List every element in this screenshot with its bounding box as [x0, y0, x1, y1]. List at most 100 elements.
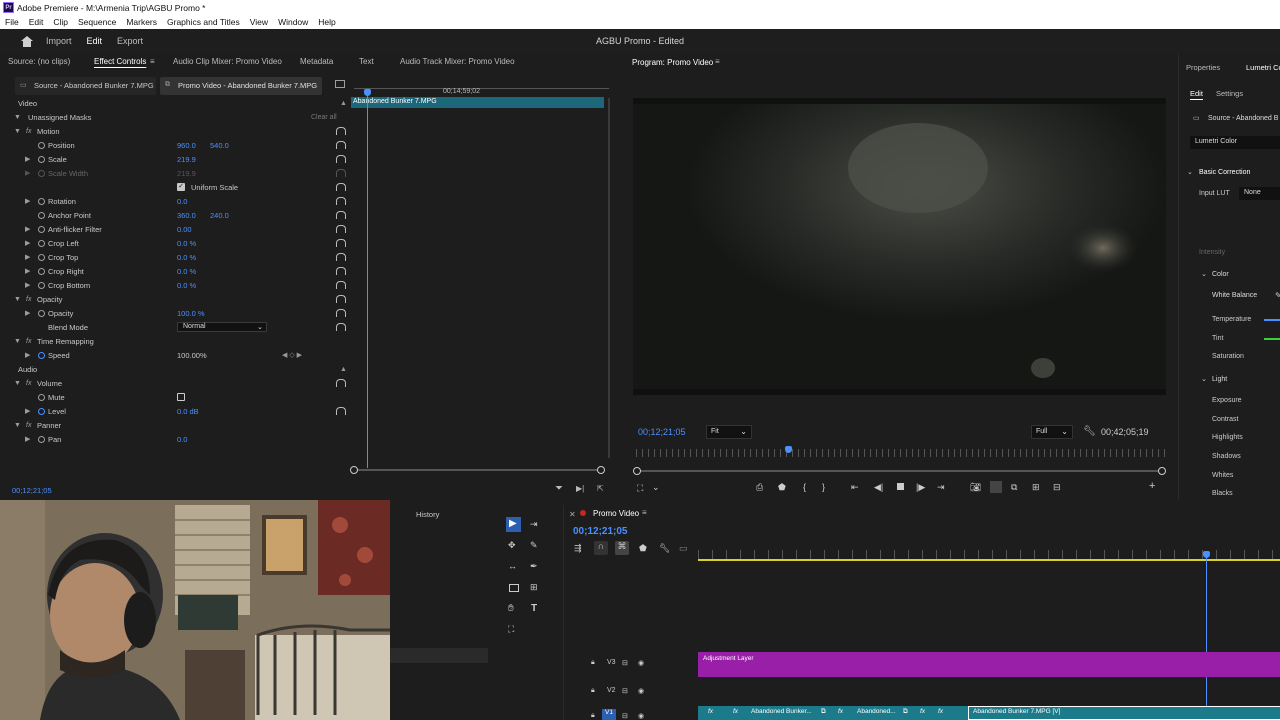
tab-properties[interactable]: Properties — [1186, 63, 1220, 72]
reset-icon[interactable] — [336, 183, 346, 191]
position-y-value[interactable]: 540.0 — [210, 141, 229, 150]
scale-row[interactable]: ▶ Scale 219.9 — [3, 152, 349, 166]
effect-controls-timecode[interactable]: 00;12;21;05 — [12, 486, 52, 495]
snap-icon[interactable]: ∩ — [594, 541, 608, 555]
type-tool-icon[interactable]: T — [531, 603, 537, 614]
zoom-select[interactable]: Fit ⌄ — [706, 425, 752, 439]
twirl-right-icon[interactable]: ▶ — [25, 155, 30, 163]
tab-lumetri-settings[interactable]: Settings — [1216, 89, 1243, 98]
zoom-end-handle[interactable] — [1158, 467, 1166, 475]
pan-value[interactable]: 0.0 — [177, 435, 187, 444]
crop-right-row[interactable]: ▶ Crop Right 0.0 % — [3, 264, 349, 278]
time-remapping-row[interactable]: ▼ fx Time Remapping — [3, 334, 349, 348]
mute-checkbox[interactable] — [177, 393, 185, 401]
speed-row[interactable]: ▶ Speed 100.00% ◀ ◇ ▶ — [3, 348, 349, 362]
reset-icon[interactable] — [336, 281, 346, 289]
mute-row[interactable]: Mute — [3, 390, 349, 404]
mini-playhead[interactable] — [367, 92, 368, 468]
lock-icon[interactable]: 🔒︎ — [591, 687, 595, 695]
tab-edit[interactable]: Edit — [87, 36, 103, 46]
tab-import[interactable]: Import — [46, 36, 72, 46]
fx-icon[interactable]: fx — [733, 708, 738, 715]
panner-row[interactable]: ▼ fx Panner — [3, 418, 349, 432]
reset-icon[interactable] — [336, 197, 346, 205]
stopwatch-icon[interactable] — [38, 309, 45, 317]
multicam-icon[interactable]: ⊞ — [1032, 482, 1040, 493]
fx-icon[interactable]: fx — [920, 708, 925, 715]
track-label-v1[interactable]: V1 — [602, 709, 616, 720]
lock-icon[interactable]: 🔒︎ — [591, 659, 595, 667]
history-item-selected[interactable] — [390, 648, 488, 663]
crop-left-row[interactable]: ▶ Crop Left 0.0 % — [3, 236, 349, 250]
anchor-x-value[interactable]: 360.0 — [177, 211, 196, 220]
crop-bottom-value[interactable]: 0.0 % — [177, 281, 196, 290]
scale-value[interactable]: 219.9 — [177, 155, 196, 164]
slip-icon[interactable]: ↔ — [508, 561, 517, 571]
reset-icon[interactable] — [336, 225, 346, 233]
twirl-right-icon[interactable]: ▶ — [25, 407, 30, 415]
reset-icon[interactable] — [336, 309, 346, 317]
reset-icon[interactable] — [336, 127, 346, 135]
scrollbar[interactable] — [608, 98, 610, 458]
lumetri-source-label[interactable]: Source - Abandoned B — [1208, 115, 1278, 122]
position-x-value[interactable]: 960.0 — [177, 141, 196, 150]
track-header-v2[interactable]: 🔒︎ V2 ⊟ ◉ — [564, 679, 698, 703]
mini-clip-bar[interactable]: Abandoned Bunker 7.MPG — [351, 97, 604, 108]
lumetri-effect-select[interactable]: Lumetri Color — [1190, 136, 1280, 149]
anti-flicker-value[interactable]: 0.00 — [177, 225, 192, 234]
lift-icon[interactable]: ⎙ — [756, 482, 763, 493]
fx-icon[interactable]: fx — [708, 708, 713, 715]
twirl-down-icon[interactable]: ▼ — [14, 338, 21, 345]
stopwatch-icon[interactable] — [38, 197, 45, 205]
twirl-right-icon[interactable]: ▶ — [25, 267, 30, 275]
marker-options-icon[interactable]: ⛶ — [637, 483, 643, 494]
safe-margins-icon[interactable] — [990, 481, 1002, 493]
fx-icon[interactable]: fx — [26, 338, 31, 345]
selected-clip[interactable]: Abandoned Bunker 7.MPG [V] — [968, 706, 1280, 720]
color-section-label[interactable]: Color — [1212, 271, 1229, 278]
crop-bottom-row[interactable]: ▶ Crop Bottom 0.0 % — [3, 278, 349, 292]
level-value[interactable]: 0.0 dB — [177, 407, 199, 416]
pan-row[interactable]: ▶ Pan 0.0 — [3, 432, 349, 446]
stopwatch-icon[interactable] — [38, 435, 45, 443]
reset-icon[interactable] — [336, 267, 346, 275]
blend-mode-select[interactable]: Normal ⌄ — [177, 322, 267, 332]
stop-icon[interactable] — [897, 483, 904, 490]
pen-icon[interactable]: ✒ — [530, 561, 538, 572]
light-section-label[interactable]: Light — [1212, 376, 1227, 383]
fx-icon[interactable]: fx — [26, 422, 31, 429]
captions-icon[interactable]: ▭ — [679, 543, 688, 554]
reset-icon[interactable] — [336, 379, 346, 387]
fx-icon[interactable]: ⧉ — [821, 708, 826, 716]
uniform-scale-checkbox[interactable]: ✓ — [177, 183, 185, 191]
eye-icon[interactable]: ◉ — [638, 712, 644, 720]
track-select-icon[interactable]: ⇥ — [530, 519, 538, 530]
add-marker-icon[interactable]: ⬟ — [639, 543, 647, 554]
wrench-icon[interactable]: 🔧︎ — [1083, 426, 1096, 437]
reset-icon[interactable] — [336, 323, 346, 331]
razor-icon[interactable]: ✎ — [530, 540, 538, 551]
tab-text[interactable]: Text — [359, 57, 374, 66]
twirl-right-icon[interactable]: ▶ — [25, 197, 30, 205]
tab-export[interactable]: Export — [117, 36, 143, 46]
zoom-start-handle[interactable] — [633, 467, 641, 475]
mini-zoom-end-handle[interactable] — [597, 466, 605, 474]
stopwatch-icon[interactable] — [38, 211, 45, 219]
add-marker-icon[interactable]: ⬟ — [778, 482, 786, 493]
stopwatch-icon[interactable] — [38, 351, 45, 359]
timeline-timecode[interactable]: 00;12;21;05 — [573, 526, 627, 537]
reset-icon[interactable] — [336, 211, 346, 219]
twirl-down-icon[interactable]: ▼ — [14, 114, 21, 121]
speed-value[interactable]: 100.00% — [177, 351, 207, 360]
crop-right-value[interactable]: 0.0 % — [177, 267, 196, 276]
unassigned-masks-row[interactable]: ▼ Unassigned Masks Clear all — [3, 110, 349, 124]
hand-icon[interactable]: ✋︎ — [508, 603, 514, 614]
step-back-icon[interactable]: ◀| — [874, 482, 883, 493]
twirl-down-icon[interactable]: ⌄ — [1187, 168, 1193, 176]
play-only-icon[interactable]: ▶| — [576, 484, 584, 493]
go-to-out-icon[interactable]: ⇥ — [937, 482, 945, 493]
home-icon[interactable] — [21, 35, 33, 47]
twirl-down-icon[interactable]: ⌄ — [1201, 270, 1207, 278]
reset-icon[interactable] — [336, 407, 346, 415]
step-forward-icon[interactable]: |▶ — [916, 482, 925, 493]
